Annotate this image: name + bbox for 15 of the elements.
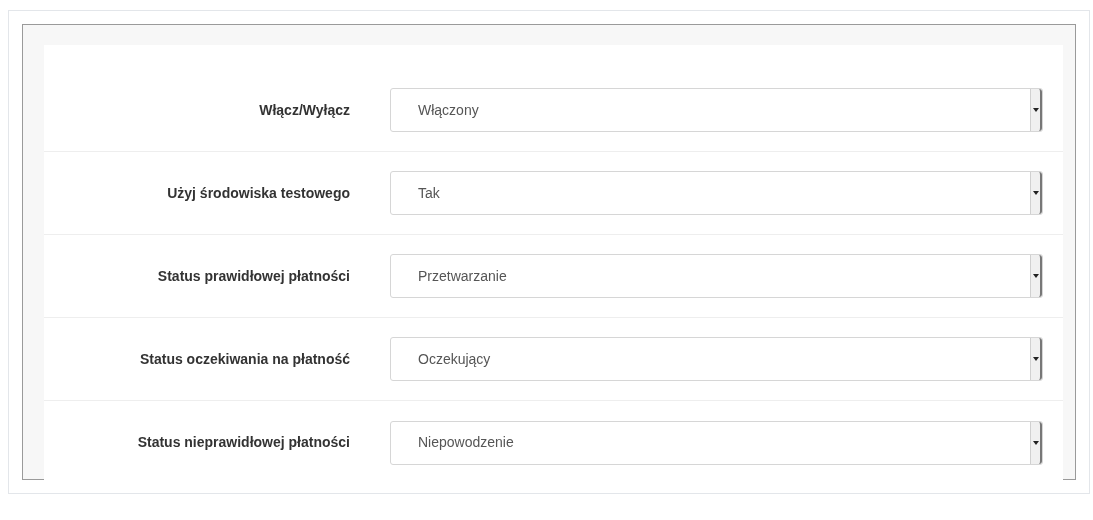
field-label: Status oczekiwania na płatność	[138, 349, 350, 369]
caret-icon	[1032, 108, 1039, 112]
caret-icon	[1032, 357, 1039, 361]
select-dropdown[interactable]: Niepowodzenie	[390, 420, 1043, 465]
select-dropdown[interactable]: Przetwarzanie	[390, 254, 1043, 298]
select-dropdown[interactable]: Oczekujący	[390, 337, 1043, 381]
caret-icon	[1032, 440, 1039, 445]
field-label: Status prawidłowej płatności	[156, 266, 350, 286]
field-label: Włącz/Wyłącz	[258, 100, 350, 120]
select-dropdown[interactable]: Tak	[390, 171, 1043, 215]
caret-icon	[1032, 191, 1039, 195]
caret-icon	[1032, 274, 1039, 278]
field-label: Użyj środowiska testowego	[166, 183, 350, 203]
field-label: Status nieprawidłowej płatności	[136, 433, 350, 452]
select-dropdown[interactable]: Włączony	[390, 88, 1043, 132]
